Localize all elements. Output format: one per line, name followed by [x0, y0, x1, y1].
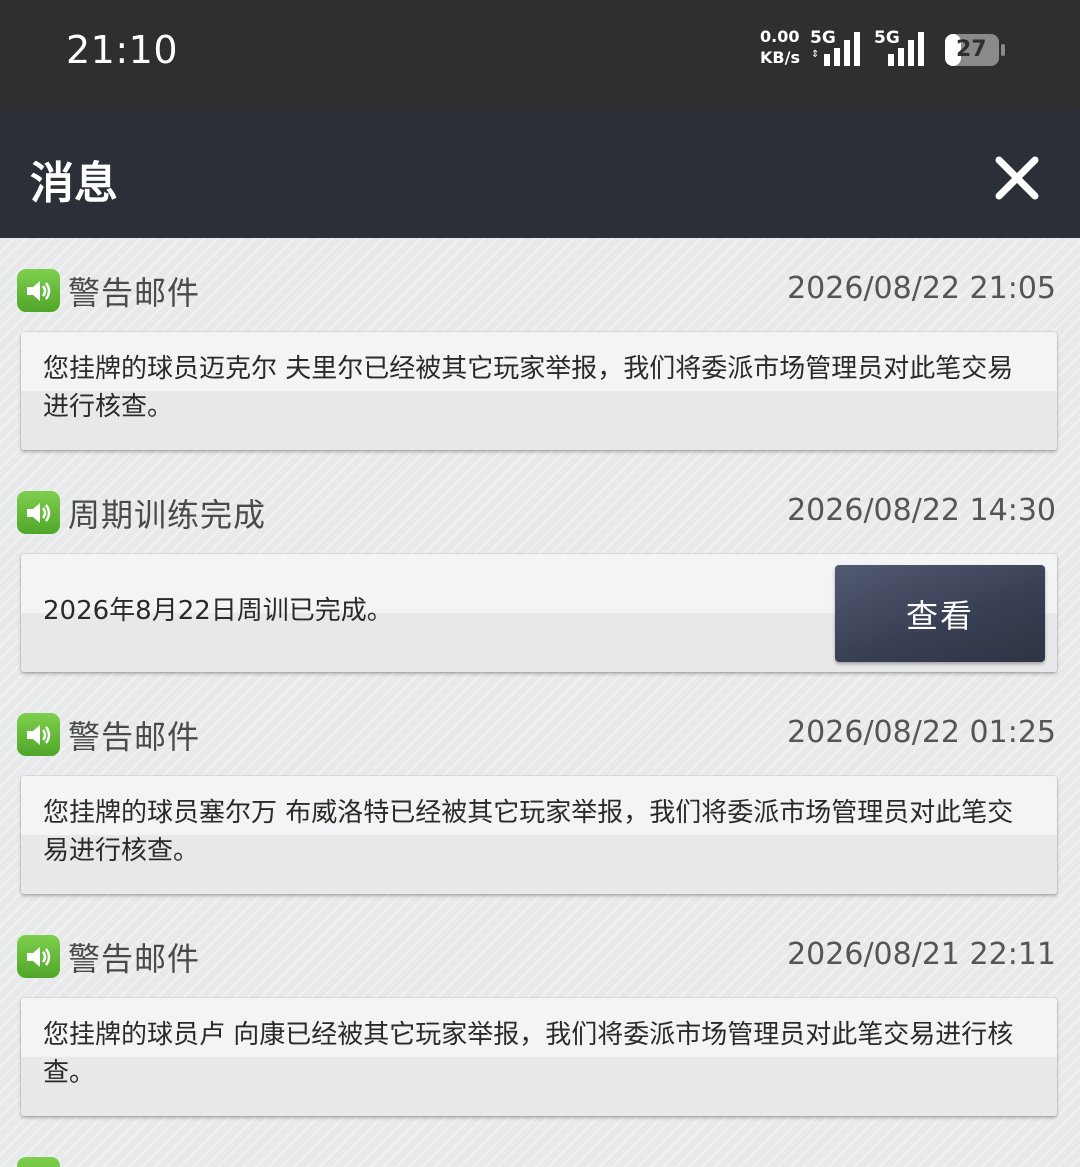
close-button[interactable] — [988, 149, 1046, 207]
message-time: 2026/08/21 22:11 — [787, 937, 1056, 972]
network-speed-unit: KB/s — [760, 48, 800, 67]
battery-level: 27 — [956, 37, 987, 62]
speaker-icon — [17, 713, 60, 756]
close-icon — [995, 156, 1039, 200]
network-speed: 0.00 KB/s — [760, 26, 800, 68]
message-title: 警告邮件 — [68, 274, 201, 312]
speaker-icon — [17, 269, 60, 312]
message-title: 警告邮件 — [68, 718, 201, 756]
message-time: 2026/08/22 01:25 — [787, 715, 1056, 750]
message-card[interactable]: 您挂牌的球员塞尔万 布威洛特已经被其它玩家举报，我们将委派市场管理员对此笔交易进… — [21, 776, 1057, 894]
battery-icon: 27 — [944, 33, 1006, 67]
message-time: 2026/08/22 21:05 — [787, 271, 1056, 306]
message-item[interactable]: 周期训练完成 2026/08/22 14:30 2026年8月22日周训已完成。… — [0, 460, 1080, 682]
message-header: 警告邮件 2026/08/22 01:25 — [0, 682, 1080, 756]
speaker-icon — [17, 1157, 60, 1167]
message-item[interactable]: 警告邮件 2026/08/21 22:11 您挂牌的球员卢 向康已经被其它玩家举… — [0, 904, 1080, 1126]
message-item[interactable]: 警告邮件 2026/08/22 01:25 您挂牌的球员塞尔万 布威洛特已经被其… — [0, 682, 1080, 904]
message-header: 警告邮件 2026/08/21 22:11 — [0, 904, 1080, 978]
message-time: 2026/08/22 14:30 — [787, 493, 1056, 528]
message-body: 您挂牌的球员卢 向康已经被其它玩家举报，我们将委派市场管理员对此笔交易进行核查。 — [43, 1020, 1014, 1088]
message-list[interactable]: 警告邮件 2026/08/22 21:05 您挂牌的球员迈克尔 夫里尔已经被其它… — [0, 238, 1080, 1167]
message-card[interactable]: 您挂牌的球员迈克尔 夫里尔已经被其它玩家举报，我们将委派市场管理员对此笔交易进行… — [21, 332, 1057, 450]
app-header: 消息 — [0, 111, 1080, 238]
message-title: 警告邮件 — [68, 940, 201, 978]
page-title: 消息 — [30, 158, 118, 209]
status-time: 21:10 — [66, 28, 179, 72]
message-item[interactable] — [0, 1126, 1080, 1167]
speaker-icon — [17, 935, 60, 978]
message-header: 周期训练完成 2026/08/22 14:30 — [0, 460, 1080, 534]
message-title: 周期训练完成 — [68, 496, 267, 534]
view-button[interactable]: 查看 — [835, 565, 1045, 662]
message-body: 您挂牌的球员迈克尔 夫里尔已经被其它玩家举报，我们将委派市场管理员对此笔交易进行… — [43, 354, 1014, 422]
status-bar: 21:10 0.00 KB/s 5G ⇕ 5G 27 — [0, 0, 1080, 111]
network-speed-value: 0.00 — [760, 27, 800, 46]
sim2-signal-icon: 5G — [874, 28, 934, 68]
message-header: 警告邮件 2026/08/22 21:05 — [0, 238, 1080, 312]
message-card[interactable]: 2026年8月22日周训已完成。 查看 — [21, 554, 1057, 672]
message-header — [0, 1126, 1080, 1167]
sim1-signal-icon: 5G ⇕ — [810, 28, 870, 68]
message-body: 您挂牌的球员塞尔万 布威洛特已经被其它玩家举报，我们将委派市场管理员对此笔交易进… — [43, 798, 1014, 866]
message-card[interactable]: 您挂牌的球员卢 向康已经被其它玩家举报，我们将委派市场管理员对此笔交易进行核查。 — [21, 998, 1057, 1116]
message-item[interactable]: 警告邮件 2026/08/22 21:05 您挂牌的球员迈克尔 夫里尔已经被其它… — [0, 238, 1080, 460]
speaker-icon — [17, 491, 60, 534]
